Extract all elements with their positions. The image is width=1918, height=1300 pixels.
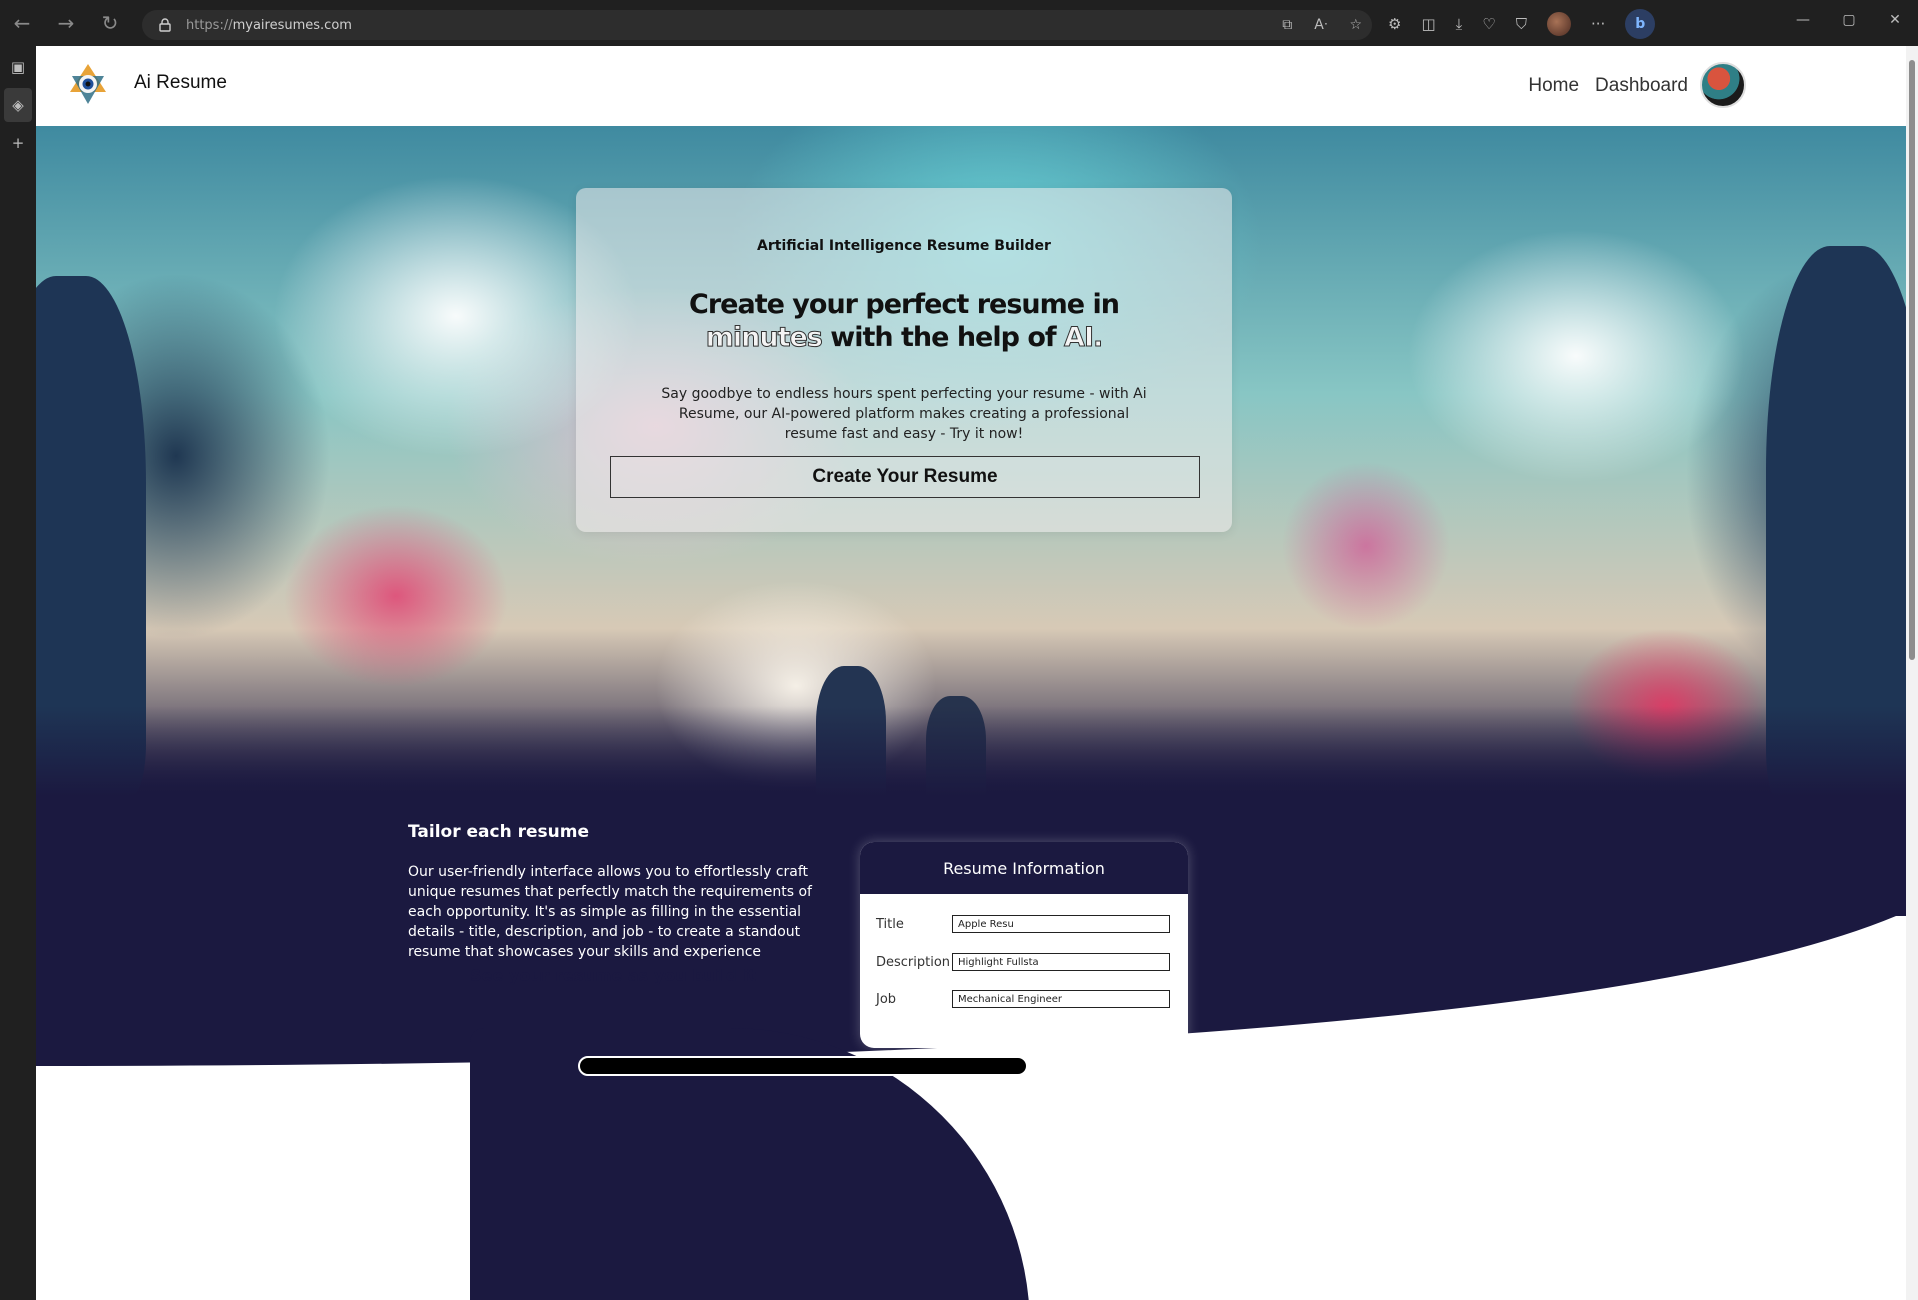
description-row: Description [876, 952, 1172, 972]
bing-copilot-icon[interactable]: b [1625, 9, 1656, 39]
resume-info-title: Resume Information [860, 842, 1188, 894]
description-label: Description [876, 954, 951, 970]
job-row: Job [876, 989, 1172, 1009]
refresh-icon[interactable]: ↻ [88, 0, 132, 46]
hero-fade [36, 706, 1906, 796]
url-scheme: https:// [186, 17, 233, 33]
title-input[interactable] [952, 915, 1170, 933]
title-row: Title [876, 914, 1172, 934]
preview-window-bar [578, 1056, 1028, 1076]
maximize-icon[interactable]: ▢ [1826, 12, 1872, 28]
split-screen-icon[interactable]: ◫ [1421, 15, 1435, 33]
back-icon[interactable]: ← [0, 0, 44, 46]
read-aloud-icon[interactable]: Aᐧ [1314, 17, 1327, 33]
job-label: Job [876, 991, 897, 1007]
tailor-text: Our user-friendly interface allows you t… [408, 864, 812, 960]
create-resume-button[interactable]: Create Your Resume [610, 456, 1200, 498]
headline-text: with the help of [821, 322, 1065, 353]
headline-text: Create your perfect resume in [689, 289, 1120, 320]
address-bar[interactable]: https://myairesumes.com ⧉ Aᐧ ☆ [142, 10, 1372, 40]
new-tab-icon[interactable]: + [0, 126, 36, 160]
extensions-icon[interactable]: ⚙ [1388, 15, 1401, 33]
minimize-icon[interactable]: — [1780, 12, 1826, 28]
url-text[interactable]: https://myairesumes.com [186, 18, 352, 33]
preview-title: See your resume as you build it [470, 966, 757, 985]
hero-card: Artificial Intelligence Resume Builder C… [576, 188, 1232, 532]
browser-essentials-icon[interactable]: ⛉ [1516, 15, 1527, 33]
main-nav: Home Dashboard [1528, 75, 1688, 97]
job-input[interactable] [952, 990, 1170, 1008]
favorite-star-icon[interactable]: ☆ [1349, 17, 1362, 33]
hero-eyebrow: Artificial Intelligence Resume Builder [757, 238, 1051, 254]
nav-dashboard-link[interactable]: Dashboard [1595, 75, 1688, 97]
url-host: myairesumes.com [232, 17, 352, 33]
hero-description: Say goodbye to endless hours spent perfe… [661, 386, 1147, 442]
headline-highlight: AI. [1064, 322, 1104, 354]
lock-icon[interactable] [156, 16, 174, 34]
hero-headline: Create your perfect resume in minutes wi… [646, 288, 1162, 354]
browser-sidebar: ▣ ◈ + [0, 46, 36, 1300]
more-options-icon[interactable]: ··· [1591, 15, 1605, 33]
title-label: Title [876, 916, 904, 932]
downloads-icon[interactable]: ⤓ [1456, 15, 1463, 33]
description-input[interactable] [952, 953, 1170, 971]
open-in-app-icon[interactable]: ⧉ [1282, 17, 1292, 33]
hero-section: Artificial Intelligence Resume Builder C… [36, 126, 1906, 796]
site-tab-icon[interactable]: ◈ [4, 88, 32, 122]
forward-icon[interactable]: → [44, 0, 88, 46]
tailor-section: Tailor each resume Our user-friendly int… [36, 796, 1906, 1176]
health-icon[interactable]: ♡ [1482, 15, 1495, 33]
web-page: Ai Resume Home Dashboard Artificial Inte… [36, 46, 1906, 1300]
logo-icon[interactable] [66, 62, 110, 106]
tailor-title: Tailor each resume [408, 822, 589, 842]
brand-name[interactable]: Ai Resume [134, 72, 227, 94]
tab-actions-icon[interactable]: ▣ [0, 50, 36, 84]
resume-info-card: Resume Information Title Description Job [860, 842, 1188, 1048]
site-header: Ai Resume Home Dashboard [36, 46, 1906, 126]
nav-home-link[interactable]: Home [1528, 75, 1579, 97]
page-scrollbar[interactable] [1906, 46, 1918, 1300]
resume-preview-panel [470, 1028, 1030, 1300]
profile-avatar[interactable] [1547, 12, 1571, 36]
browser-toolbar: ← → ↻ https://myairesumes.com ⧉ Aᐧ ☆ ⚙ ◫… [0, 0, 1918, 46]
scrollbar-thumb[interactable] [1909, 60, 1915, 660]
close-icon[interactable]: ✕ [1872, 12, 1918, 28]
headline-highlight: minutes [705, 322, 823, 354]
user-avatar[interactable] [1700, 62, 1746, 108]
